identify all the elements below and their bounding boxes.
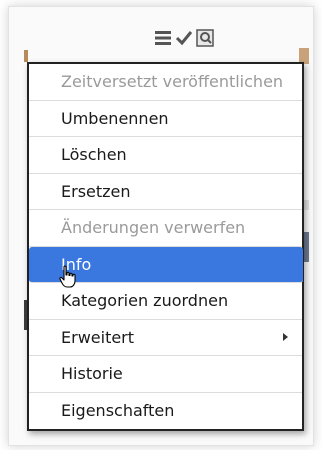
menu-item-label: Ersetzen xyxy=(61,181,131,201)
menu-item-label: Änderungen verwerfen xyxy=(61,218,246,238)
menu-item-label: Kategorien zuordnen xyxy=(61,291,229,311)
menu-item-zeitversetzt-veroeffentlichen[interactable]: Zeitversetzt veröffentlichen xyxy=(29,64,302,101)
menu-item-historie[interactable]: Historie xyxy=(29,356,302,393)
menu-item-umbenennen[interactable]: Umbenennen xyxy=(29,101,302,137)
hand-pointer-icon xyxy=(59,265,77,289)
menu-item-label: Löschen xyxy=(61,145,127,165)
menu-item-ersetzen[interactable]: Ersetzen xyxy=(29,174,302,210)
menu-item-aenderungen-verwerfen[interactable]: Änderungen verwerfen xyxy=(29,210,302,247)
background-thumbnail-edge xyxy=(24,50,28,62)
submenu-arrow-icon xyxy=(283,333,288,342)
menu-item-label: Eigenschaften xyxy=(61,401,175,421)
menu-item-label: Historie xyxy=(61,364,123,384)
list-icon[interactable] xyxy=(154,29,172,47)
menu-item-label: Erweitert xyxy=(61,327,135,347)
menu-item-label: Umbenennen xyxy=(61,108,169,128)
menu-item-erweitert[interactable]: Erweitert xyxy=(29,320,302,356)
check-icon[interactable] xyxy=(175,29,193,47)
zoom-icon[interactable] xyxy=(196,29,214,47)
menu-item-loeschen[interactable]: Löschen xyxy=(29,137,302,174)
item-toolbar xyxy=(146,24,222,52)
menu-item-eigenschaften[interactable]: Eigenschaften xyxy=(29,393,302,430)
context-menu: Zeitversetzt veröffentlichen Umbenennen … xyxy=(27,62,304,431)
menu-item-label: Zeitversetzt veröffentlichen xyxy=(61,72,284,92)
